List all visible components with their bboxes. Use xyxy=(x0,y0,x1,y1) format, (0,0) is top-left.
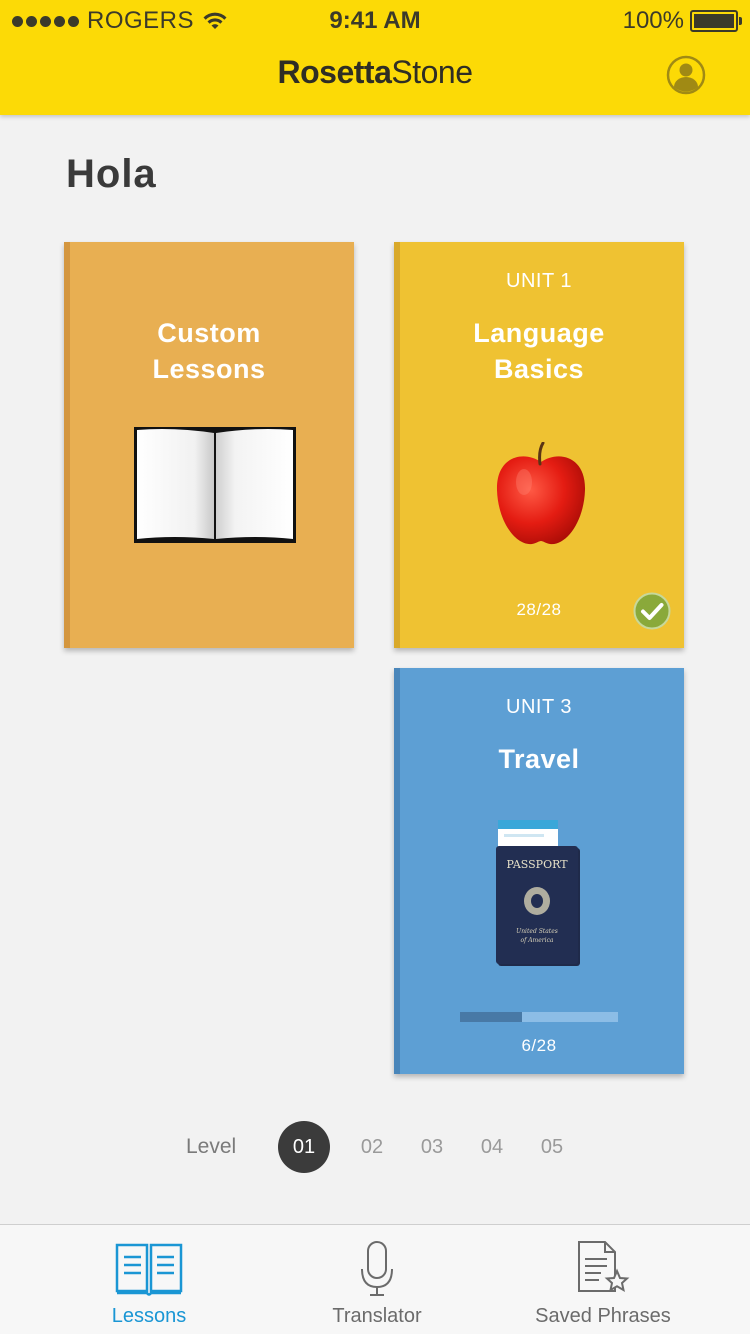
card-title-line2: Basics xyxy=(493,354,585,384)
brand-bold: Rosetta xyxy=(277,54,392,90)
microphone-icon xyxy=(361,1241,393,1296)
level-02-button[interactable]: 02 xyxy=(346,1121,398,1173)
custom-lessons-card[interactable]: Custom Lessons xyxy=(64,242,354,648)
passport-icon: PASSPORT United States of America xyxy=(496,820,580,966)
unit-3-card[interactable]: UNIT 3 Travel PASSPORT United States of … xyxy=(394,668,684,1074)
card-title-line2: Lessons xyxy=(152,354,266,384)
unit-progress-bar xyxy=(460,1012,618,1022)
level-03-button[interactable]: 03 xyxy=(406,1121,458,1173)
card-title-line1: Language xyxy=(473,318,605,348)
apple-icon xyxy=(496,442,586,545)
completed-check-icon xyxy=(633,592,671,630)
brand-light: Stone xyxy=(391,54,473,90)
svg-text:United States: United States xyxy=(516,928,558,935)
level-selector: Level 01 02 03 04 05 xyxy=(0,1121,750,1173)
card-title: Travel xyxy=(498,744,580,774)
level-01-button[interactable]: 01 xyxy=(278,1121,330,1173)
unit-label: UNIT 3 xyxy=(506,696,572,718)
level-label: Level xyxy=(186,1135,237,1158)
svg-text:of America: of America xyxy=(520,937,553,944)
card-spine xyxy=(394,242,400,648)
card-title-line1: Custom xyxy=(157,318,261,348)
status-bar: ROGERS 9:41 AM 100% xyxy=(0,0,750,40)
page-title: Hola xyxy=(66,152,157,196)
card-spine xyxy=(394,668,400,1074)
level-04-button[interactable]: 04 xyxy=(466,1121,518,1173)
card-title: Language Basics xyxy=(394,315,684,387)
user-circle-icon[interactable] xyxy=(666,55,706,95)
app-logo: RosettaStone xyxy=(0,54,750,91)
card-spine xyxy=(64,242,70,648)
tab-translator[interactable]: Translator xyxy=(277,1225,477,1334)
battery-status: 100% xyxy=(622,7,742,35)
tab-lessons[interactable]: Lessons xyxy=(49,1225,249,1334)
tab-saved-phrases[interactable]: Saved Phrases xyxy=(503,1225,703,1334)
unit-label: UNIT 1 xyxy=(506,270,572,292)
battery-icon xyxy=(690,10,742,32)
open-book-icon xyxy=(134,427,296,543)
tab-label: Translator xyxy=(332,1305,422,1327)
saved-document-star-icon xyxy=(578,1241,630,1292)
unit-1-card[interactable]: UNIT 1 Language Basics 28/28 xyxy=(394,242,684,648)
lesson-count: 6/28 xyxy=(521,1036,557,1055)
svg-text:PASSPORT: PASSPORT xyxy=(506,858,568,871)
book-icon xyxy=(115,1243,183,1296)
top-header: ROGERS 9:41 AM 100% RosettaStone xyxy=(0,0,750,115)
card-title: Custom Lessons xyxy=(64,315,354,387)
bottom-tab-bar: Lessons Translator Saved Phrases xyxy=(0,1224,750,1334)
level-05-button[interactable]: 05 xyxy=(526,1121,578,1173)
tab-label: Saved Phrases xyxy=(535,1305,671,1327)
tab-label: Lessons xyxy=(111,1305,187,1327)
battery-percent: 100% xyxy=(622,7,684,34)
unit-progress-fill xyxy=(460,1012,522,1022)
